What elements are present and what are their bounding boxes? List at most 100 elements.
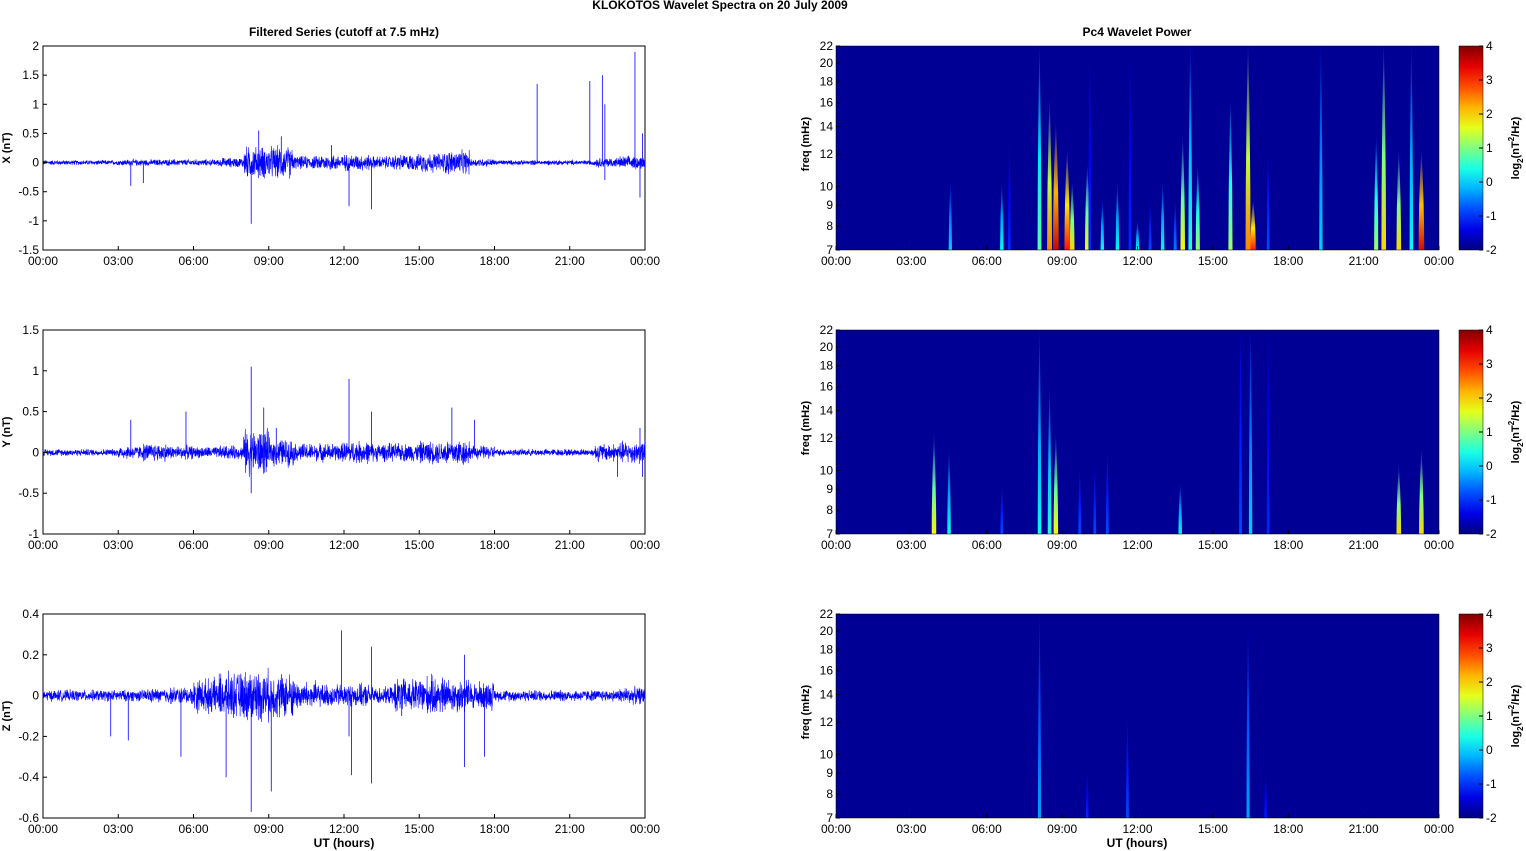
left-column-title: Filtered Series (cutoff at 7.5 mHz) <box>249 25 439 39</box>
series-y-x-tick-label: 03:00 <box>103 538 133 552</box>
spectrum-y-y-tick-label: 14 <box>820 404 834 418</box>
spectrum-x-colorbar-tick-label: -1 <box>1486 209 1497 223</box>
spectrum-y-plot-area <box>836 330 1439 534</box>
spectrum-z-y-label: freq (mHz) <box>800 684 812 739</box>
series-z-y-tick-label: -0.2 <box>18 729 39 743</box>
spectrum-y-y-tick-label: 12 <box>820 431 834 445</box>
spectrum-y-colorbar-tick-label: -1 <box>1486 493 1497 507</box>
spectrum-x-x-tick-label: 12:00 <box>1122 254 1152 268</box>
series-x-x-tick-label: 06:00 <box>178 254 208 268</box>
spectrum-y-y-label: freq (mHz) <box>800 400 812 455</box>
left-x-axis-label: UT (hours) <box>314 836 375 850</box>
spectrum-y-y-tick-label: 8 <box>826 503 833 517</box>
spectrum-x-y-tick-label: 20 <box>820 56 834 70</box>
series-x-y-label: X (nT) <box>1 132 13 163</box>
series-y-x-tick-label: 06:00 <box>178 538 208 552</box>
spectrum-x-colorbar-tick-label: 1 <box>1486 141 1493 155</box>
spectrum-z-colorbar-tick-label: 2 <box>1486 675 1493 689</box>
spectrum-x-y-tick-label: 9 <box>826 198 833 212</box>
series-z-y-tick-label: -0.4 <box>18 770 39 784</box>
spectrum-y-y-tick-label: 22 <box>820 323 834 337</box>
spectrum-z-y-tick-label: 8 <box>826 787 833 801</box>
spectrum-z-colorbar-tick-label: -1 <box>1486 777 1497 791</box>
spectrum-x-y-tick-label: 12 <box>820 147 834 161</box>
spectrum-z-colorbar-tick-label: 4 <box>1486 607 1493 621</box>
series-x-plot-area <box>42 45 646 251</box>
spectrum-z-y-tick-label: 10 <box>820 747 834 761</box>
spectrum-z-x-tick-label: 09:00 <box>1047 822 1077 836</box>
spectrum-z-y-tick-label: 20 <box>820 624 834 638</box>
spectrum-y-colorbar-tick-label: 3 <box>1486 357 1493 371</box>
series-y-y-tick-label: 1 <box>32 364 39 378</box>
spectrum-z-y-tick-label: 9 <box>826 766 833 780</box>
series-y-y-tick-label: 0.5 <box>22 405 39 419</box>
series-y-plot-area <box>42 329 646 535</box>
series-y-x-tick-label: 21:00 <box>555 538 585 552</box>
series-x-x-tick-label: 09:00 <box>254 254 284 268</box>
spectrum-x-y-tick-label: 14 <box>820 120 834 134</box>
spectrum-x-colorbar-tick-label: -2 <box>1486 243 1497 257</box>
series-x-y-tick-label: 0.5 <box>22 126 39 140</box>
spectrum-z-plot-area <box>836 614 1439 818</box>
spectrum-y-y-tick-label: 20 <box>820 340 834 354</box>
spectrum-z-colorbar-tick-label: 3 <box>1486 641 1493 655</box>
series-x-x-tick-label: 15:00 <box>404 254 434 268</box>
spectrum-y-x-tick-label: 00:00 <box>821 538 851 552</box>
series-z-x-tick-label: 15:00 <box>404 822 434 836</box>
series-z-y-tick-label: 0.4 <box>22 607 39 621</box>
series-z-x-tick-label: 21:00 <box>555 822 585 836</box>
spectrum-y-x-tick-label: 18:00 <box>1273 538 1303 552</box>
spectrum-z-y-tick-label: 12 <box>820 715 834 729</box>
spectrum-x-y-tick-label: 8 <box>826 219 833 233</box>
series-y-y-tick-label: 0 <box>32 445 39 459</box>
spectrum-z-x-tick-label: 18:00 <box>1273 822 1303 836</box>
series-z-y-tick-label: 0.2 <box>22 648 39 662</box>
spectrum-y-x-tick-label: 00:00 <box>1424 538 1454 552</box>
series-x-y-tick-label: -0.5 <box>18 185 39 199</box>
series-x-y-tick-label: 1.5 <box>22 68 39 82</box>
spectrum-x-x-tick-label: 06:00 <box>972 254 1002 268</box>
series-z-x-tick-label: 12:00 <box>329 822 359 836</box>
spectrum-y-x-tick-label: 03:00 <box>896 538 926 552</box>
series-z-x-tick-label: 09:00 <box>254 822 284 836</box>
spectrum-x-x-tick-label: 09:00 <box>1047 254 1077 268</box>
series-x-x-tick-label: 00:00 <box>28 254 58 268</box>
spectrum-x-x-tick-label: 18:00 <box>1273 254 1303 268</box>
series-x-y-tick-label: 1 <box>32 97 39 111</box>
spectrum-y-y-tick-label: 16 <box>820 380 834 394</box>
series-x-y-tick-label: 0 <box>32 156 39 170</box>
series-x-x-tick-label: 18:00 <box>479 254 509 268</box>
spectrum-z-y-tick-label: 18 <box>820 643 834 657</box>
spectrum-z-x-tick-label: 21:00 <box>1349 822 1379 836</box>
spectrum-x-y-label: freq (mHz) <box>800 116 812 171</box>
series-x-x-tick-label: 00:00 <box>630 254 660 268</box>
spectrum-y-x-tick-label: 09:00 <box>1047 538 1077 552</box>
right-column-title: Pc4 Wavelet Power <box>1083 25 1192 39</box>
spectrum-z-x-tick-label: 15:00 <box>1198 822 1228 836</box>
spectrum-y-colorbar-tick-label: 4 <box>1486 323 1493 337</box>
series-y-x-tick-label: 09:00 <box>254 538 284 552</box>
series-z-y-label: Z (nT) <box>1 700 13 731</box>
spectrum-x-y-tick-label: 22 <box>820 39 834 53</box>
series-z-y-tick-label: 0 <box>32 689 39 703</box>
spectrum-z-colorbar-tick-label: 1 <box>1486 709 1493 723</box>
series-y-y-tick-label: 1.5 <box>22 323 39 337</box>
series-y-y-label: Y (nT) <box>1 416 13 447</box>
spectrum-z-x-tick-label: 00:00 <box>821 822 851 836</box>
series-x-y-tick-label: 2 <box>32 39 39 53</box>
series-z-plot-area <box>42 613 646 819</box>
spectrum-z-x-tick-label: 03:00 <box>896 822 926 836</box>
spectrum-x-x-tick-label: 15:00 <box>1198 254 1228 268</box>
spectrum-y-colorbar-tick-label: 0 <box>1486 459 1493 473</box>
spectrum-y-y-tick-label: 18 <box>820 359 834 373</box>
spectrum-x-x-tick-label: 21:00 <box>1349 254 1379 268</box>
spectrum-z-x-tick-label: 12:00 <box>1122 822 1152 836</box>
series-y-x-tick-label: 12:00 <box>329 538 359 552</box>
spectrum-z-colorbar-label: log2(nT2/Hz) <box>1507 684 1525 747</box>
spectrum-y-colorbar-tick-label: -2 <box>1486 527 1497 541</box>
spectrum-z-y-tick-label: 16 <box>820 664 834 678</box>
figure-title: KLOKOTOS Wavelet Spectra on 20 July 2009 <box>592 0 848 12</box>
spectrum-y-x-tick-label: 15:00 <box>1198 538 1228 552</box>
series-z-x-tick-label: 00:00 <box>630 822 660 836</box>
series-y-x-tick-label: 18:00 <box>479 538 509 552</box>
